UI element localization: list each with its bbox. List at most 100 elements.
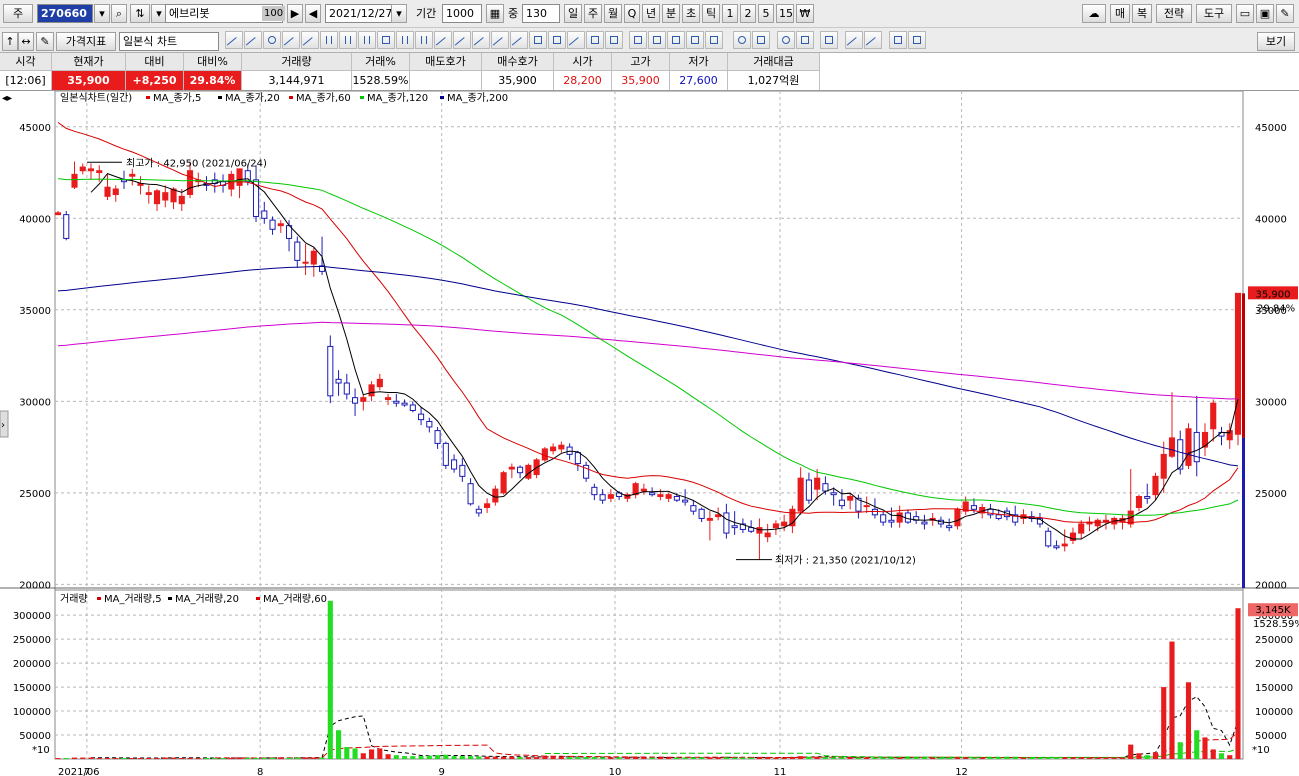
volume-bar [756,757,762,759]
pitchfork-icon[interactable] [472,31,490,49]
pencil-icon[interactable] [510,31,528,49]
info-value-10: 27,600 [670,71,728,90]
zoom-badge: 100 [262,6,286,21]
angle-line-icon[interactable] [244,31,262,49]
last-volume-label: 3,145K [1255,605,1291,616]
period-tab-3[interactable]: Q [624,4,640,23]
search-icon[interactable]: ⌕ [111,4,127,23]
period-tab-2[interactable]: 월 [604,4,622,23]
wrench-icon[interactable]: ✎ [1276,4,1294,23]
wave-icon[interactable] [845,31,863,49]
period-tab-5[interactable]: 분 [662,4,680,23]
period-tab-7[interactable]: 틱 [702,4,720,23]
info-header-6: 매도호가 [410,53,482,71]
horizontal-line-icon[interactable] [301,31,319,49]
candle-body [170,188,177,203]
period-tab-11[interactable]: 15 [776,4,794,23]
stock-code-input[interactable]: 270660 [37,4,93,23]
volume-bar [765,757,771,759]
strategy-button[interactable]: 전략 [1156,4,1192,23]
trendline-icon[interactable] [225,31,243,49]
tools-button[interactable]: 도구 [1196,4,1232,23]
circle-icon[interactable] [733,31,751,49]
price-tick-left-1: 40000 [19,214,51,225]
cloud-icon[interactable]: ☁ [1082,4,1106,23]
count-input[interactable]: 130 [522,4,560,23]
volume-bar [451,756,457,759]
text-box-icon[interactable] [705,31,723,49]
gann-grid-icon[interactable] [377,31,395,49]
period-tab-4[interactable]: 년 [642,4,660,23]
cycle-lines-icon[interactable] [339,31,357,49]
candle-body [698,508,705,519]
custom-period-icon[interactable]: ₩ [796,4,814,23]
checklist-icon[interactable] [605,31,623,49]
period-tab-6[interactable]: 초 [682,4,700,23]
price-legend-0: MA_종가,5 [153,92,201,104]
period-tab-0[interactable]: 일 [564,4,582,23]
target-icon[interactable] [529,31,547,49]
candle-body [706,517,713,521]
fibonacci-time-icon[interactable] [358,31,376,49]
arc-icon[interactable] [263,31,281,49]
eraser-icon[interactable] [567,31,585,49]
zoom-icon[interactable] [777,31,795,49]
volume-bar [1128,744,1134,759]
period-tab-9[interactable]: 2 [740,4,756,23]
volume-bar [402,756,408,759]
expand-horizontal-icon[interactable]: ↔ [18,32,34,51]
bars-pattern-icon[interactable] [415,31,433,49]
vertical-line-icon[interactable] [320,31,338,49]
arrow-down-icon[interactable] [648,31,666,49]
indicator-button[interactable]: 가격지표 [56,32,116,51]
volume-bar [137,758,144,760]
price-legend-swatch [146,96,150,99]
candle-body [805,479,812,501]
info-header-9: 고가 [612,53,670,71]
volume-bar [921,757,927,759]
print-icon[interactable] [908,31,926,49]
volume-bar [385,754,391,759]
grid-icon[interactable]: ▦ [486,4,504,23]
code-dropdown-icon[interactable]: ▾ [94,4,110,23]
volume-bar [261,757,267,759]
channel-icon[interactable] [453,31,471,49]
step-back-icon[interactable]: ◀ [305,4,321,23]
fan-icon[interactable] [282,31,300,49]
date-input[interactable]: 2021/12/27 [325,4,393,23]
scroll-up-icon[interactable]: ↑ [2,32,18,51]
volume-bar [286,757,292,759]
period-tab-1[interactable]: 주 [584,4,602,23]
arrow-up-icon[interactable] [629,31,647,49]
speed-line-icon[interactable] [491,31,509,49]
zoom-area-icon[interactable] [796,31,814,49]
toolbar-right-0[interactable]: 매 [1110,4,1130,23]
sort-icon[interactable]: ⇅ [130,4,150,23]
mode-selector[interactable]: 주 [3,4,33,23]
period-tab-10[interactable]: 5 [758,4,774,23]
period-input[interactable]: 1000 [442,4,482,23]
image-icon[interactable] [889,31,907,49]
arrow-left-icon[interactable] [667,31,685,49]
arrow-right-icon[interactable] [686,31,704,49]
retracement-icon[interactable] [396,31,414,49]
calendar-dropdown-icon[interactable]: ▾ [391,4,407,23]
view-button[interactable]: 보기 [1257,32,1295,51]
chart-type-select[interactable]: 일본식 차트 [119,32,219,51]
toolbar-right-1[interactable]: 복 [1132,4,1152,23]
play-icon[interactable]: ▶ [287,4,303,23]
edit-icon[interactable]: ✎ [36,32,54,51]
save-icon[interactable]: ▣ [1256,4,1274,23]
candle-body [459,464,466,477]
note-icon[interactable] [586,31,604,49]
zigzag-icon[interactable] [864,31,882,49]
price-tick-right-1: 40000 [1255,214,1287,225]
rectangle-icon[interactable] [548,31,566,49]
period-tab-8[interactable]: 1 [722,4,738,23]
square-icon[interactable] [752,31,770,49]
parallel-line-icon[interactable] [434,31,452,49]
volume-bar [699,757,705,759]
candle-body [492,488,499,503]
magnet-icon[interactable] [820,31,838,49]
open-folder-icon[interactable]: ▭ [1236,4,1254,23]
